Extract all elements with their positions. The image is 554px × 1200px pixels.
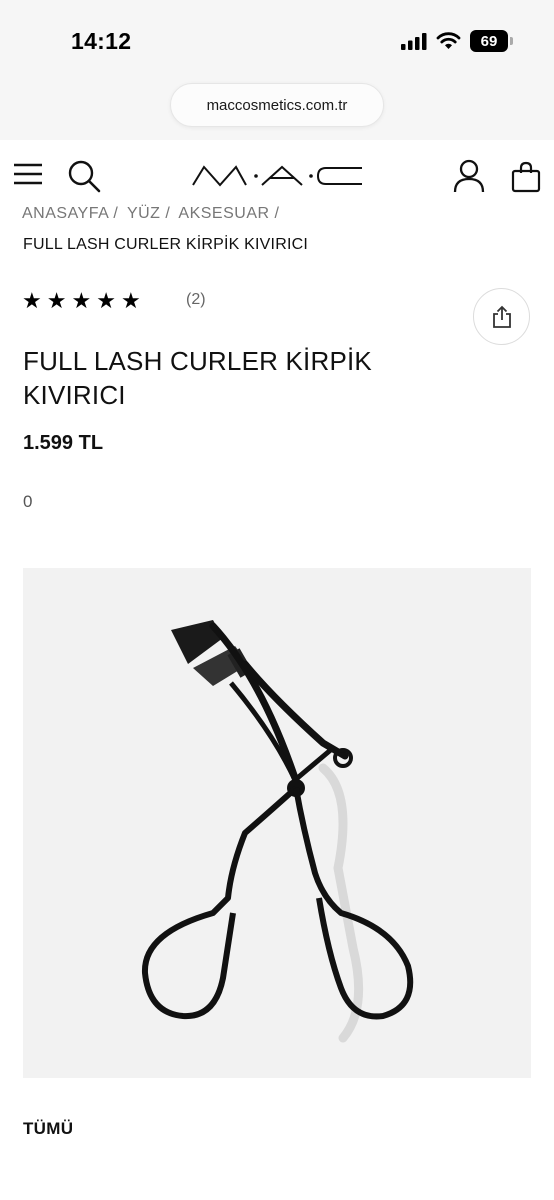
search-button[interactable] [66,158,102,194]
rating-stars[interactable]: ★ ★ ★ ★ ★ [22,289,141,313]
site-header [0,140,554,206]
star-icon: ★ [46,288,67,313]
star-icon: ★ [120,288,141,313]
battery-indicator: 69 [470,30,513,52]
breadcrumb: ANASAYFA / YÜZ / AKSESUAR / [22,201,283,219]
eyelash-curler-image [141,620,414,1043]
account-icon [453,159,485,193]
shopping-bag-icon [511,161,541,193]
star-icon: ★ [96,288,116,313]
breadcrumb-link-accessories[interactable]: AKSESUAR / [178,205,279,219]
status-icons: 69 [401,30,513,52]
menu-button[interactable] [12,160,44,188]
url-text: maccosmetics.com.tr [206,96,348,114]
cellular-signal-icon [401,33,427,50]
account-button[interactable] [452,158,486,194]
star-icon: ★ [71,288,92,313]
breadcrumb-link-face[interactable]: YÜZ / [127,205,170,219]
product-price: 1.599 TL [23,432,104,454]
product-title: FULL LASH CURLER KİRPİK KIVIRICI [23,346,372,410]
share-icon [492,305,511,328]
browser-top-bar: 14:12 69 maccosmetics.com.tr [0,0,554,140]
share-button[interactable] [473,288,530,345]
mac-logo-mark [192,165,362,187]
battery-level: 69 [480,32,498,50]
address-bar[interactable]: maccosmetics.com.tr [170,83,384,127]
status-time: 14:12 [71,28,132,54]
wifi-icon [436,32,461,49]
battery-cap [510,37,513,45]
cart-button[interactable] [510,160,542,194]
product-secondary-value: 0 [23,492,33,511]
filter-all-tab[interactable]: TÜMÜ [23,1119,73,1139]
mac-logo[interactable] [190,164,364,188]
menu-icon [14,163,42,185]
review-count-link[interactable]: (2) [186,291,206,309]
breadcrumb-link-home[interactable]: ANASAYFA / [22,205,118,219]
star-icon: ★ [22,288,42,313]
breadcrumb-current: FULL LASH CURLER KİRPİK KIVIRICI [23,236,308,253]
search-icon [68,160,101,193]
product-image[interactable] [23,568,531,1078]
